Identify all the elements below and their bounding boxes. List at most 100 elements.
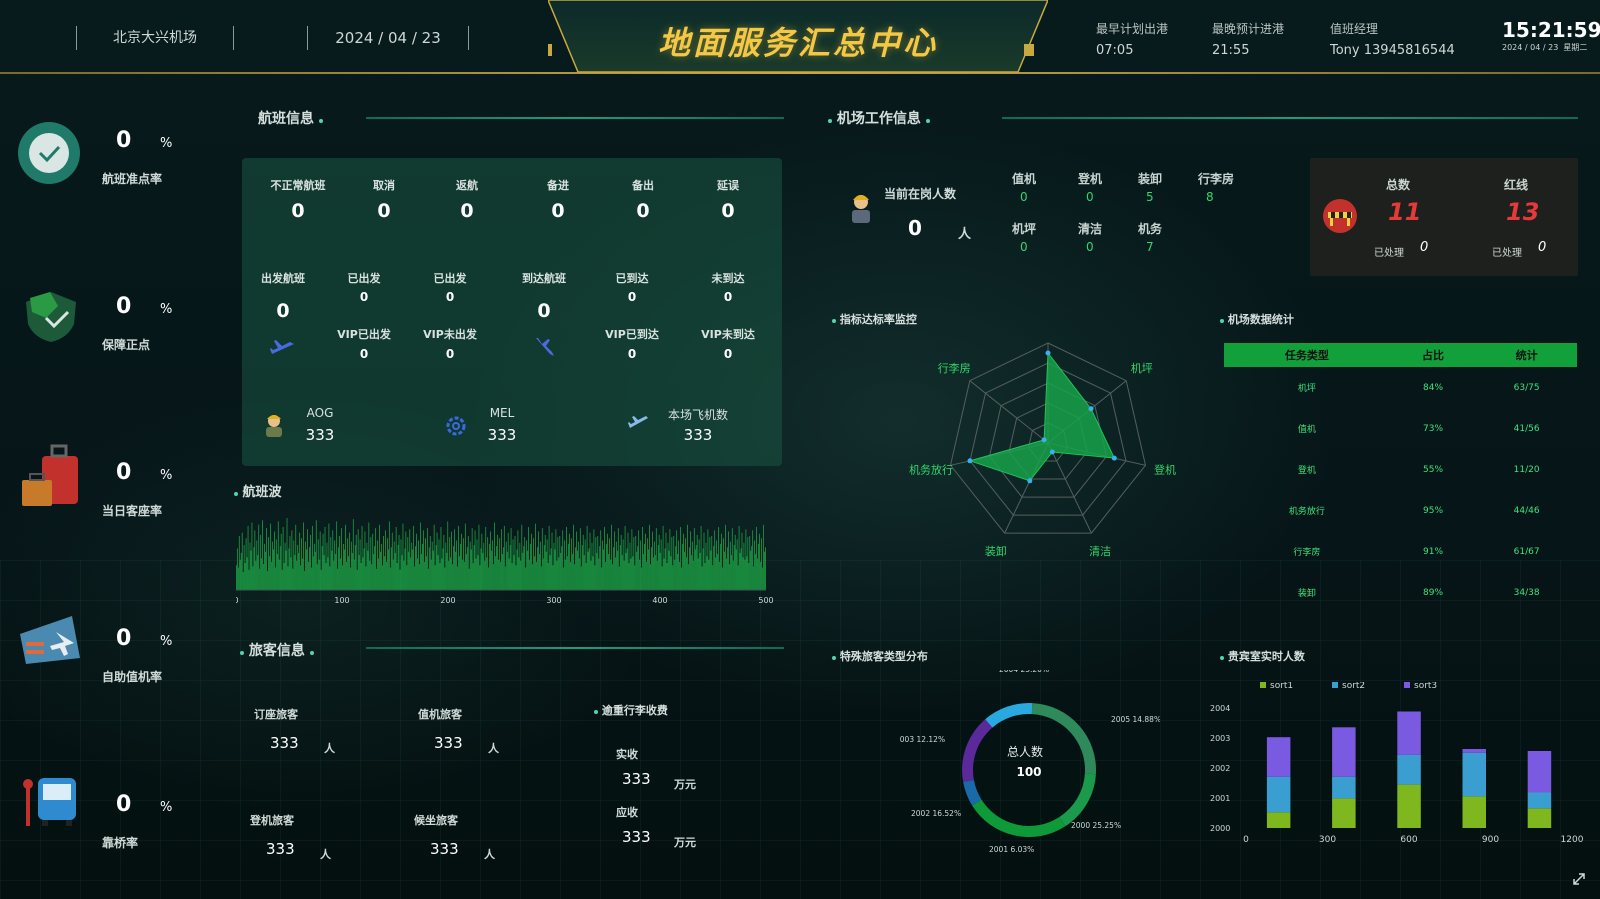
fullscreen-icon[interactable] [1572, 872, 1586, 886]
page-title: 地面服务汇总中心 [657, 24, 938, 62]
kpi-unit: % [160, 800, 173, 815]
wave-bar [457, 566, 458, 591]
table-row: 登机 55% 11/20 [1224, 449, 1577, 490]
flight-stat-value: 0 [359, 290, 369, 304]
wave-bar [649, 524, 650, 590]
wave-bar [504, 566, 506, 591]
wave-bar [354, 545, 356, 590]
wave-bar [449, 537, 451, 591]
wave-bar [245, 538, 247, 590]
wave-bar [311, 525, 313, 591]
special-donut-chart: 2004 25.20% 2005 14.88% 2000 25.25% 2001 6.… [900, 670, 1160, 854]
wave-bar [482, 552, 484, 591]
wave-bar [419, 564, 420, 591]
wave-bar [350, 541, 352, 591]
staff-icon [852, 195, 870, 223]
wave-bar [650, 564, 651, 591]
wave-bar [463, 561, 465, 591]
summary-label: 红线 [1504, 178, 1529, 192]
passenger-label: 值机旅客 [418, 708, 462, 721]
work-group-value: 0 [1086, 190, 1094, 204]
title-dot [309, 651, 314, 655]
wave-bar [317, 539, 319, 591]
wave-bar [276, 554, 278, 590]
wave-bar [622, 539, 624, 591]
wave-bar [252, 566, 254, 591]
summary-done-value: 0 [1420, 240, 1429, 255]
wave-bar [652, 557, 654, 591]
table-cell: 11/20 [1513, 464, 1540, 475]
wave-bar [587, 551, 589, 590]
wave-bar [724, 551, 725, 590]
wave-bar [424, 561, 425, 591]
wave-bar [493, 564, 494, 591]
wave-bar [491, 550, 492, 591]
radar-area [968, 351, 1116, 482]
wave-bar [314, 551, 316, 590]
info-value: 07:05 [1096, 43, 1134, 58]
wave-bar [392, 559, 394, 591]
wave-bar [383, 536, 384, 590]
wave-bar [685, 538, 686, 590]
stats-title: 机场数据统计 [1220, 311, 1294, 327]
wave-bar [444, 567, 446, 590]
wave-bar [728, 564, 730, 591]
wave-bar [681, 567, 682, 590]
wave-bar [703, 532, 705, 591]
wave-bar [483, 542, 485, 590]
legend-label: sort1 [1270, 682, 1293, 691]
wave-bar [468, 568, 470, 591]
wave-bar [438, 539, 440, 591]
wave-bar [254, 530, 256, 591]
wave-bar [518, 557, 520, 591]
title-dot [1220, 656, 1224, 660]
stats-header: 占比 [1389, 343, 1477, 367]
wave-bar [667, 542, 669, 590]
wave-bar [671, 537, 673, 591]
wave-bar [606, 543, 607, 591]
wave-bar [520, 560, 522, 590]
wave-bar [536, 561, 537, 591]
wave-bar [288, 548, 290, 591]
wave-bar [760, 561, 761, 591]
flight-stat-label: 取消 [373, 179, 395, 192]
wave-bar [336, 521, 338, 591]
wave-bar [739, 552, 741, 591]
title-dot [318, 119, 323, 123]
wave-bar [304, 570, 305, 591]
wave-bar [299, 532, 301, 591]
wave-bar [355, 534, 357, 591]
wave-bar [582, 534, 584, 591]
wave-bar [707, 529, 709, 590]
wave-bar [561, 546, 563, 591]
wave-bar [725, 524, 726, 590]
wave-bar [690, 531, 691, 590]
wave-bar [752, 530, 754, 591]
wave-bar [624, 525, 626, 591]
wave-bar [455, 551, 456, 590]
wave-bar [239, 559, 241, 591]
wave-bar [246, 557, 248, 591]
kpi-value: 0 [116, 460, 132, 485]
table-cell: 84% [1423, 382, 1444, 393]
wave-bar [717, 554, 718, 590]
wave-bar [603, 549, 604, 590]
wave-bar [496, 546, 497, 591]
wave-bar [734, 534, 736, 591]
wave-bar [451, 531, 453, 590]
wave-bar [584, 539, 586, 591]
table-row: 装卸 89% 34/38 [1224, 572, 1577, 613]
work-group-label: 行李房 [1198, 172, 1235, 186]
donut-label: 2004 25.20% [999, 670, 1049, 674]
wave-bar [513, 555, 515, 591]
wave-bar [654, 555, 656, 591]
flight-bottom-value: 333 [487, 426, 517, 444]
header-date: 2024 / 04 / 23 [335, 29, 441, 47]
vip-bar-segment [1266, 812, 1291, 828]
wave-bar [352, 519, 354, 591]
wave-bar [326, 542, 328, 590]
wave-bar [618, 566, 620, 591]
wave-bar [698, 539, 700, 591]
wave-bar [562, 530, 564, 591]
wave-bar [564, 540, 566, 590]
